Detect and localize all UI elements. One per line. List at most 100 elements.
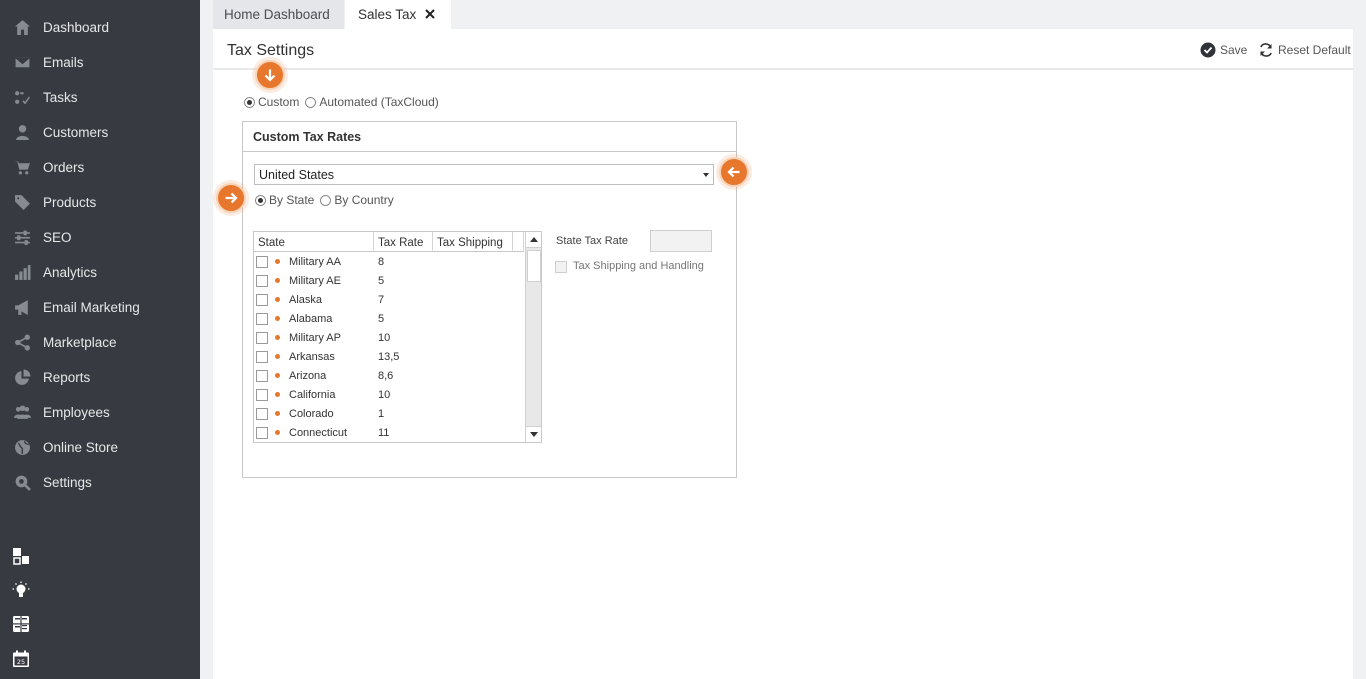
status-dot-icon (275, 373, 280, 378)
close-icon[interactable] (424, 8, 436, 20)
row-checkbox[interactable] (256, 408, 268, 420)
sidebar-item-settings[interactable]: Settings (0, 465, 200, 500)
row-checkbox[interactable] (256, 351, 268, 363)
column-header-state[interactable]: State (254, 232, 374, 252)
sidebar-item-email-marketing[interactable]: Email Marketing (0, 290, 200, 325)
table-row[interactable]: Military AA 8 (254, 253, 524, 272)
grid-scrollbar[interactable] (525, 232, 541, 442)
table-row[interactable]: Alaska 7 (254, 291, 524, 310)
globe-icon (13, 439, 31, 457)
megaphone-icon (13, 299, 31, 317)
radio-by-state-label: By State (269, 193, 315, 207)
row-checkbox[interactable] (256, 427, 268, 439)
tax-rate-cell: 11 (378, 427, 390, 439)
sidebar-item-products[interactable]: Products (0, 185, 200, 220)
save-button[interactable]: Save (1200, 41, 1247, 58)
guide-marker-down (255, 60, 285, 90)
row-checkbox[interactable] (256, 332, 268, 344)
row-checkbox[interactable] (256, 313, 268, 325)
country-select[interactable]: United States (254, 164, 714, 185)
table-row[interactable]: Arkansas 13,5 (254, 348, 524, 367)
table-row[interactable]: Arizona 8,6 (254, 367, 524, 386)
lightbulb-icon[interactable] (12, 581, 30, 599)
sidebar-item-analytics[interactable]: Analytics (0, 255, 200, 290)
grid-header: State Tax Rate Tax Shipping (254, 232, 524, 252)
table-row[interactable]: Alabama 5 (254, 310, 524, 329)
sidebar-item-marketplace[interactable]: Marketplace (0, 325, 200, 360)
sidebar-item-label: Reports (43, 370, 91, 385)
status-dot-icon (275, 335, 280, 340)
sidebar-item-label: Products (43, 195, 97, 210)
state-tax-rate-input[interactable] (650, 230, 712, 252)
page-header: Tax Settings Save Reset Default (213, 29, 1353, 70)
row-checkbox[interactable] (256, 275, 268, 287)
pie-chart-icon (13, 369, 31, 387)
row-checkbox[interactable] (256, 256, 268, 268)
column-header-tax-rate[interactable]: Tax Rate (374, 232, 433, 252)
sidebar-item-tasks[interactable]: Tasks (0, 80, 200, 115)
windows-icon[interactable] (12, 547, 30, 565)
table-row[interactable]: Military AP 10 (254, 329, 524, 348)
custom-tax-rates-panel: Custom Tax Rates United States By State … (242, 121, 737, 478)
calculator-icon[interactable] (12, 615, 30, 633)
state-cell: Military AP (289, 332, 341, 344)
tax-rate-cell: 1 (378, 408, 385, 420)
reset-default-button[interactable]: Reset Default (1258, 41, 1351, 58)
column-header-tax-shipping[interactable]: Tax Shipping (433, 232, 513, 252)
radio-by-state[interactable]: By State (255, 193, 314, 207)
sidebar-item-online-store[interactable]: Online Store (0, 430, 200, 465)
gear-search-icon (13, 474, 31, 492)
sidebar-item-employees[interactable]: Employees (0, 395, 200, 430)
radio-custom[interactable]: Custom (244, 95, 299, 109)
table-row[interactable]: Colorado 1 (254, 405, 524, 424)
radio-automated[interactable]: Automated (TaxCloud) (305, 95, 439, 109)
radio-custom-button[interactable] (244, 96, 255, 108)
table-row[interactable]: Military AE 5 (254, 272, 524, 291)
share-icon (13, 334, 31, 352)
tax-rate-cell: 5 (378, 313, 385, 325)
sidebar-item-reports[interactable]: Reports (0, 360, 200, 395)
row-checkbox[interactable] (256, 370, 268, 382)
tax-rate-cell: 13,5 (378, 351, 400, 363)
sidebar-item-label: Emails (43, 55, 84, 70)
sidebar-item-customers[interactable]: Customers (0, 115, 200, 150)
scroll-thumb[interactable] (527, 250, 541, 282)
radio-by-state-button[interactable] (255, 194, 266, 206)
save-label: Save (1220, 42, 1248, 57)
sidebar-item-orders[interactable]: Orders (0, 150, 200, 185)
tab-sales-tax[interactable]: Sales Tax (345, 0, 451, 29)
radio-by-country-label: By Country (334, 193, 394, 207)
row-checkbox[interactable] (256, 294, 268, 306)
tax-shipping-checkbox[interactable] (555, 261, 567, 273)
tax-mode-radio-group: Custom Automated (TaxCloud) (244, 95, 445, 109)
sidebar-item-seo[interactable]: SEO (0, 220, 200, 255)
table-row[interactable]: California 10 (254, 386, 524, 405)
scroll-up-button[interactable] (526, 232, 541, 248)
status-dot-icon (275, 278, 280, 283)
sidebar-item-label: Orders (43, 160, 85, 175)
sidebar-item-label: Online Store (43, 440, 119, 455)
column-header-spacer (513, 232, 524, 252)
sidebar-item-label: Settings (43, 475, 92, 490)
guide-marker-left (719, 157, 749, 187)
table-row[interactable]: Connecticut 11 (254, 424, 524, 442)
state-cell: Alabama (289, 313, 333, 325)
sidebar-item-dashboard[interactable]: Dashboard (0, 10, 200, 45)
radio-automated-button[interactable] (305, 96, 317, 108)
tab-home-dashboard[interactable]: Home Dashboard (213, 0, 344, 29)
state-cell: Colorado (289, 408, 334, 420)
scroll-down-button[interactable] (526, 426, 541, 442)
row-checkbox[interactable] (256, 389, 268, 401)
sidebar-item-label: Email Marketing (43, 300, 140, 315)
calendar-icon[interactable]: 25 (12, 650, 30, 668)
sidebar-item-emails[interactable]: Emails (0, 45, 200, 80)
sidebar-item-label: Customers (43, 125, 109, 140)
status-dot-icon (275, 354, 280, 359)
tax-shipping-label: Tax Shipping and Handling (573, 260, 704, 272)
radio-by-country[interactable]: By Country (320, 193, 394, 207)
state-cell: Military AE (289, 275, 341, 287)
sidebar-item-label: Dashboard (43, 20, 110, 35)
tasks-icon (13, 89, 31, 107)
radio-by-country-button[interactable] (320, 194, 332, 206)
state-cell: Connecticut (289, 427, 348, 439)
